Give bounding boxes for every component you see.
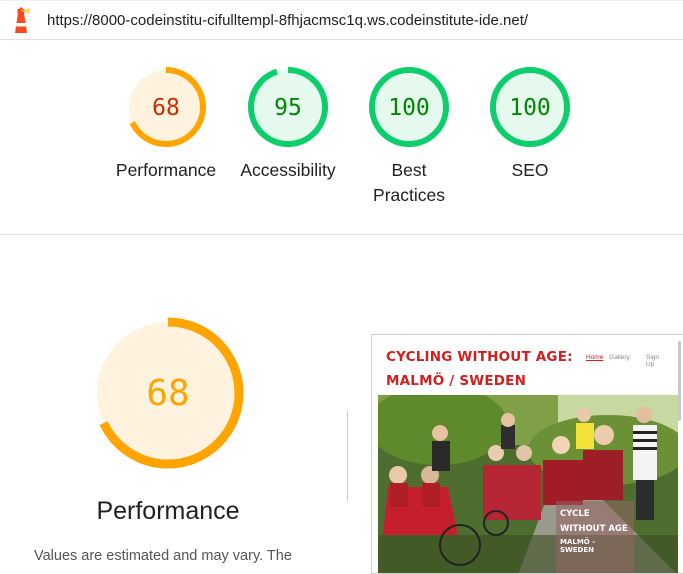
gauge-best-practices-ring: 100	[369, 67, 449, 147]
score-gauges: 68 Performance 95 Accessibility 100 Best…	[0, 40, 683, 235]
hero-caption-title: CYCLE WITHOUT AGE	[560, 509, 628, 534]
hero-caption: CYCLE WITHOUT AGE MALMÖ - SWEDEN	[556, 501, 634, 573]
screenshot-site-title: CYCLING WITHOUT AGE: MALMÖ / SWEDEN	[386, 349, 573, 389]
performance-estimate-note: Values are estimated and may vary. The	[34, 548, 292, 564]
lighthouse-icon	[15, 7, 30, 33]
screenshot-nav-gallery: Gallery	[609, 354, 630, 361]
screenshot-nav: Home Gallery Sign Up	[586, 354, 659, 368]
screenshot-nav-signup: Sign Up	[646, 354, 660, 368]
gauge-performance-label: Performance	[115, 160, 217, 180]
gauge-accessibility[interactable]: 95 Accessibility	[227, 66, 349, 183]
gauge-performance-score: 68	[152, 95, 180, 121]
vertical-divider	[347, 411, 348, 501]
gauge-best-practices-score: 100	[388, 95, 430, 121]
gauge-seo-ring: 100	[490, 67, 570, 147]
screenshot-nav-home: Home	[586, 354, 604, 361]
performance-detail-score: 68	[146, 373, 189, 414]
gauge-accessibility-score: 95	[274, 95, 302, 121]
url-text[interactable]: https://8000-codeinstitu-cifulltempl-8fh…	[47, 12, 528, 29]
hero-caption-subtitle: MALMÖ - SWEDEN	[560, 538, 596, 554]
gauge-accessibility-label: Accessibility	[240, 160, 336, 180]
gauge-seo-score: 100	[509, 95, 551, 121]
url-bar: https://8000-codeinstitu-cifulltempl-8fh…	[0, 0, 683, 40]
gauge-seo[interactable]: 100 SEO	[469, 66, 591, 183]
gauge-accessibility-ring: 95	[248, 67, 328, 147]
final-screenshot[interactable]: CYCLING WITHOUT AGE: MALMÖ / SWEDEN Home…	[371, 334, 683, 574]
performance-detail-gauge: 68	[92, 317, 244, 469]
gauge-seo-label: SEO	[511, 160, 549, 180]
section-divider	[0, 234, 683, 235]
performance-detail-title: Performance	[96, 497, 240, 525]
hero-photo: CYCLE WITHOUT AGE MALMÖ - SWEDEN	[378, 395, 678, 573]
gauge-best-practices[interactable]: 100 Best Practices	[348, 66, 470, 208]
gauge-performance[interactable]: 68 Performance	[105, 66, 227, 183]
gauge-performance-ring: 68	[126, 67, 206, 147]
screenshot-scrollbar	[678, 341, 681, 421]
gauge-best-practices-label: Best Practices	[373, 160, 445, 205]
